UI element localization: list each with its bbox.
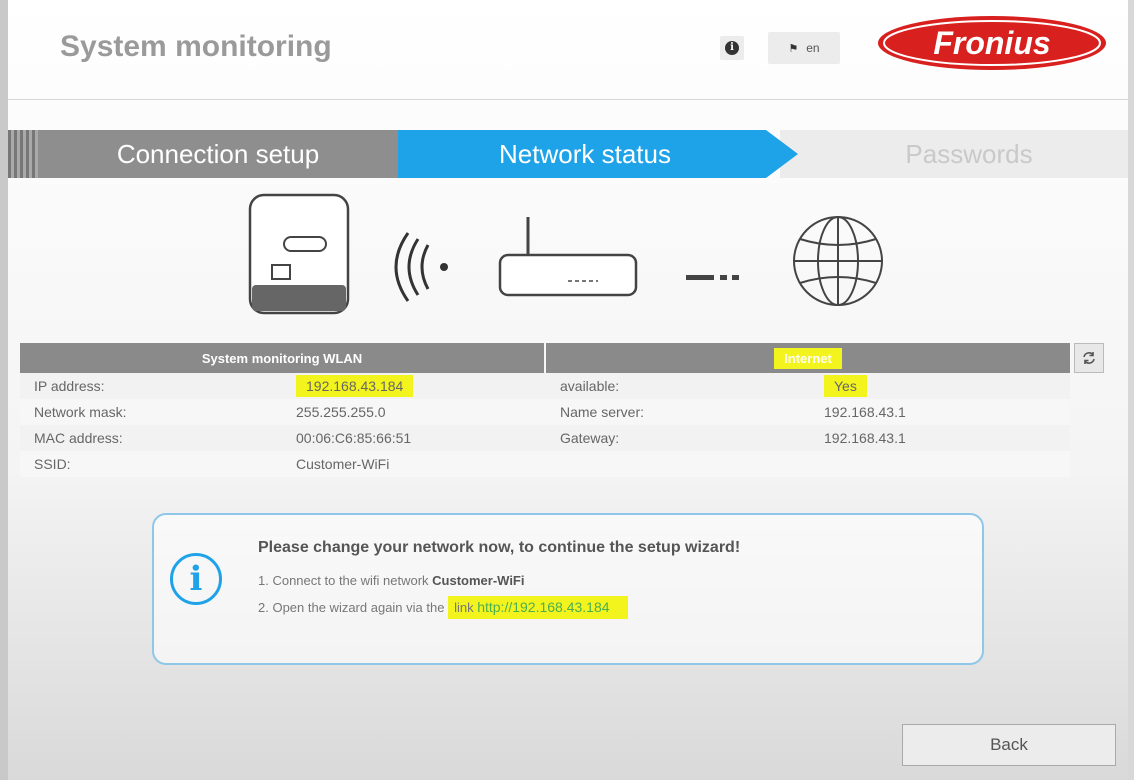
step-1-text: 1. Connect to the wifi network — [258, 573, 433, 588]
tab-network-status[interactable]: Network status — [398, 130, 798, 178]
table-row: MAC address: 00:06:C6:85:66:51 Gateway: … — [20, 425, 1070, 451]
network-mask-value: 255.255.255.0 — [296, 404, 386, 420]
table-header: System monitoring WLAN Internet — [20, 343, 1070, 373]
name-server-label: Name server: — [560, 404, 645, 420]
wizard-tabs: Connection setup Passwords Network statu… — [8, 130, 1128, 178]
page-title: System monitoring — [60, 30, 332, 63]
info-button[interactable]: i — [720, 36, 744, 60]
info-icon: i — [725, 41, 739, 55]
notice-step-2: 2. Open the wizard again via the link ht… — [258, 596, 628, 619]
language-label: en — [806, 41, 820, 55]
table-row: SSID: Customer-WiFi — [20, 451, 1070, 477]
wifi-signal-icon — [394, 232, 448, 302]
network-mask-label: Network mask: — [34, 404, 127, 420]
available-label: available: — [560, 378, 620, 394]
connection-dashes-icon — [686, 275, 739, 280]
wifi-network-name: Customer-WiFi — [432, 573, 525, 588]
ssid-label: SSID: — [34, 456, 71, 472]
table-row: Network mask: 255.255.255.0 Name server:… — [20, 399, 1070, 425]
mac-address-value: 00:06:C6:85:66:51 — [296, 430, 412, 446]
gateway-label: Gateway: — [560, 430, 620, 446]
header: System monitoring i ⚑ en Fronius — [8, 0, 1128, 100]
window-right-edge — [1128, 0, 1134, 780]
back-button[interactable]: Back — [902, 724, 1116, 766]
name-server-value: 192.168.43.1 — [824, 404, 906, 420]
ip-address-label: IP address: — [34, 378, 105, 394]
available-text: Yes — [824, 375, 867, 397]
mac-address-label: MAC address: — [34, 430, 123, 446]
link-highlight: link http://192.168.43.184 — [448, 596, 628, 619]
router-icon — [498, 217, 638, 297]
refresh-icon — [1083, 352, 1095, 364]
gateway-value: 192.168.43.1 — [824, 430, 906, 446]
change-network-notice: i Please change your network now, to con… — [152, 513, 984, 665]
window-left-edge — [0, 0, 8, 780]
ssid-value: Customer-WiFi — [296, 456, 390, 472]
inverter-icon — [248, 193, 350, 315]
wizard-link[interactable]: http://192.168.43.184 — [477, 599, 609, 615]
tab-stripes — [8, 130, 38, 178]
fronius-logo: Fronius — [878, 16, 1106, 70]
app-window: System monitoring i ⚑ en Fronius Connect… — [0, 0, 1134, 780]
notice-heading: Please change your network now, to conti… — [258, 539, 741, 556]
table-body: IP address: 192.168.43.184 available: Ye… — [20, 373, 1070, 477]
wlan-column-header: System monitoring WLAN — [20, 343, 544, 373]
link-word: link — [454, 600, 474, 615]
tab-connection-setup[interactable]: Connection setup — [38, 130, 398, 178]
ip-address-value: 192.168.43.184 — [296, 375, 414, 397]
flag-icon: ⚑ — [788, 42, 799, 55]
table-row: IP address: 192.168.43.184 available: Ye… — [20, 373, 1070, 399]
network-status-table: System monitoring WLAN Internet IP addre… — [20, 343, 1070, 477]
tab-passwords[interactable]: Passwords — [780, 130, 1128, 178]
step-2-text: 2. Open the wizard again via the — [258, 600, 449, 615]
globe-icon — [793, 216, 883, 306]
refresh-button[interactable] — [1074, 343, 1104, 373]
logo-text: Fronius — [933, 25, 1050, 61]
internet-column-header: Internet — [546, 343, 1070, 373]
language-button[interactable]: ⚑ en — [768, 32, 840, 64]
info-circle-icon: i — [170, 553, 222, 605]
internet-header-label: Internet — [774, 347, 842, 369]
connection-diagram — [248, 193, 883, 315]
available-value: Yes — [824, 375, 867, 397]
notice-step-1: 1. Connect to the wifi network Customer-… — [258, 573, 524, 588]
ip-address-text: 192.168.43.184 — [296, 375, 414, 397]
